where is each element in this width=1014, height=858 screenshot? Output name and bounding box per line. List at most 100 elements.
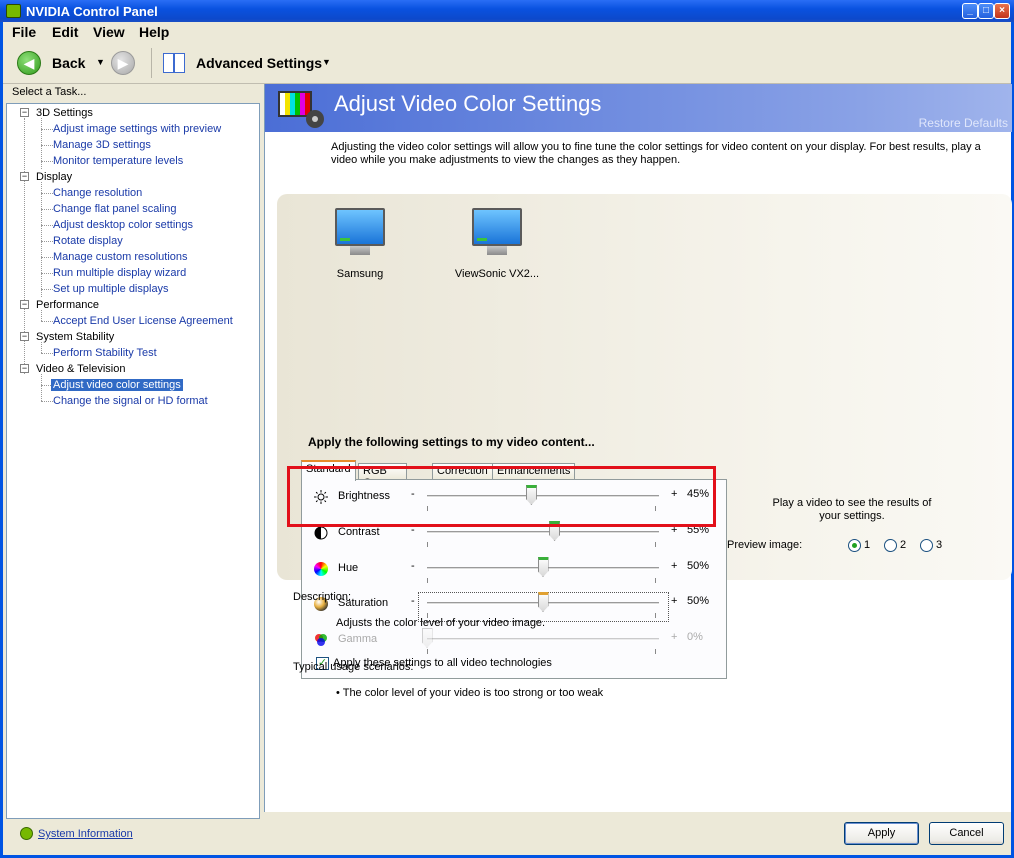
slider-tick [655, 649, 656, 654]
saturation-value: 50% [687, 595, 710, 607]
description-label: Description: [293, 591, 352, 603]
cancel-button[interactable]: Cancel [929, 822, 1004, 845]
title-bar[interactable]: NVIDIA Control Panel _ □ × [0, 0, 1014, 22]
tree-connector [41, 257, 53, 258]
advanced-settings-dropdown-icon[interactable]: ▼ [322, 57, 331, 67]
tree-connector [41, 321, 53, 322]
tree-connector [41, 401, 53, 402]
toolbar-separator [151, 48, 152, 78]
contrast-label: Contrast [338, 526, 380, 538]
display-viewsonic[interactable]: ViewSonic VX2... [455, 208, 539, 280]
slider-tick [427, 578, 428, 583]
tree-guide-line [41, 374, 42, 401]
display-samsung[interactable]: Samsung [335, 208, 385, 280]
hue-slider-thumb[interactable] [537, 557, 549, 577]
gamma-rgb-icon [315, 634, 327, 646]
back-button[interactable]: Back [52, 55, 85, 71]
hue-plus[interactable]: + [671, 560, 677, 572]
menu-edit[interactable]: Edit [52, 24, 78, 40]
collapse-icon[interactable]: − [20, 108, 29, 117]
contrast-slider-track[interactable] [427, 531, 659, 534]
menu-bar: File Edit View Help [3, 22, 1011, 42]
monitor-icon [472, 208, 522, 256]
usage-scenarios-label: Typical usage scenarios: [293, 661, 414, 673]
slider-tick [427, 649, 428, 654]
maximize-button[interactable]: □ [978, 3, 994, 19]
radio-icon[interactable] [884, 539, 897, 552]
radio-selected-icon[interactable] [848, 539, 861, 552]
saturation-plus[interactable]: + [671, 595, 677, 607]
hue-minus[interactable]: - [411, 560, 415, 572]
display-label: Samsung [336, 268, 384, 280]
tree-connector [41, 145, 53, 146]
tree-connector [41, 209, 53, 210]
tree-connector [41, 129, 53, 130]
collapse-icon[interactable]: − [20, 300, 29, 309]
content-pane: Adjust Video Color Settings Restore Defa… [264, 84, 1012, 812]
page-banner: Adjust Video Color Settings Restore Defa… [265, 84, 1012, 132]
saturation-highlight-box [287, 466, 716, 527]
hue-wheel-icon [314, 562, 328, 576]
menu-help[interactable]: Help [139, 24, 169, 40]
tree-connector [41, 161, 53, 162]
menu-view[interactable]: View [93, 24, 125, 40]
radio-label: 3 [936, 539, 943, 551]
hue-label: Hue [338, 562, 359, 574]
description-text: Adjusts the color level of your video im… [336, 617, 546, 629]
page-title: Adjust Video Color Settings [334, 91, 602, 116]
tree-connector [41, 353, 53, 354]
slider-tick [655, 542, 656, 547]
gamma-plus[interactable]: + [671, 631, 677, 643]
tree-connector [41, 273, 53, 274]
contrast-icon [314, 526, 328, 540]
hue-value: 50% [687, 560, 710, 572]
main-window: NVIDIA Control Panel _ □ × File Edit Vie… [0, 0, 1014, 858]
toolbar: ◀ Back ▼ ▶ Advanced Settings ▼ [3, 42, 1011, 84]
advanced-settings-button[interactable]: Advanced Settings [196, 55, 322, 71]
close-button[interactable]: × [994, 3, 1010, 19]
tree-connector [41, 225, 53, 226]
radio-icon[interactable] [920, 539, 933, 552]
gamma-slider-track[interactable] [427, 638, 659, 641]
minimize-button[interactable]: _ [962, 3, 978, 19]
window-title: NVIDIA Control Panel [26, 4, 158, 19]
gamma-slider-thumb[interactable] [421, 628, 433, 648]
gamma-value: 0% [687, 631, 703, 643]
slider-tick [427, 542, 428, 547]
hue-row: Hue - + 50% [302, 556, 728, 586]
collapse-icon[interactable]: − [20, 332, 29, 341]
usage-scenario-text: The color level of your video is too str… [342, 687, 604, 699]
menu-file[interactable]: File [12, 24, 36, 40]
preview-message: Play a video to see the results of your … [772, 497, 932, 522]
collapse-icon[interactable]: − [20, 364, 29, 373]
intro-text: Adjusting the video color settings will … [331, 141, 981, 166]
gamma-label: Gamma [338, 633, 378, 645]
system-information-link[interactable]: System Information [38, 828, 133, 840]
saturation-minus[interactable]: - [411, 595, 415, 607]
task-panel-header: Select a Task... [12, 86, 87, 98]
restore-defaults-link[interactable]: Restore Defaults [919, 116, 1008, 130]
monitor-icon [335, 208, 385, 256]
tree-guide-line [41, 310, 42, 321]
radio-label: 2 [900, 539, 907, 551]
back-arrow-icon[interactable]: ◀ [17, 51, 41, 75]
settings-view-icon[interactable] [163, 53, 185, 73]
tree-connector [41, 241, 53, 242]
usage-scenario-item: • The color level of your video is too s… [336, 687, 604, 699]
back-history-dropdown-icon[interactable]: ▼ [96, 57, 105, 67]
nvidia-logo-icon [6, 4, 21, 18]
tree-guide-line [41, 182, 42, 297]
system-info-icon[interactable] [20, 827, 33, 840]
tree-connector [41, 289, 53, 290]
preview-image-label: Preview image: [727, 539, 803, 551]
tree-connector [41, 193, 53, 194]
collapse-icon[interactable]: − [20, 172, 29, 181]
apply-button[interactable]: Apply [844, 822, 919, 845]
gamma-row: Gamma + 0% [302, 627, 728, 657]
task-tree[interactable]: − 3D Settings Adjust image settings with… [6, 103, 260, 819]
video-color-tv-icon [278, 91, 324, 128]
apply-settings-heading: Apply the following settings to my video… [308, 435, 595, 449]
slider-tick [655, 578, 656, 583]
forward-arrow-icon[interactable]: ▶ [111, 51, 135, 75]
slider-tick [655, 613, 656, 618]
